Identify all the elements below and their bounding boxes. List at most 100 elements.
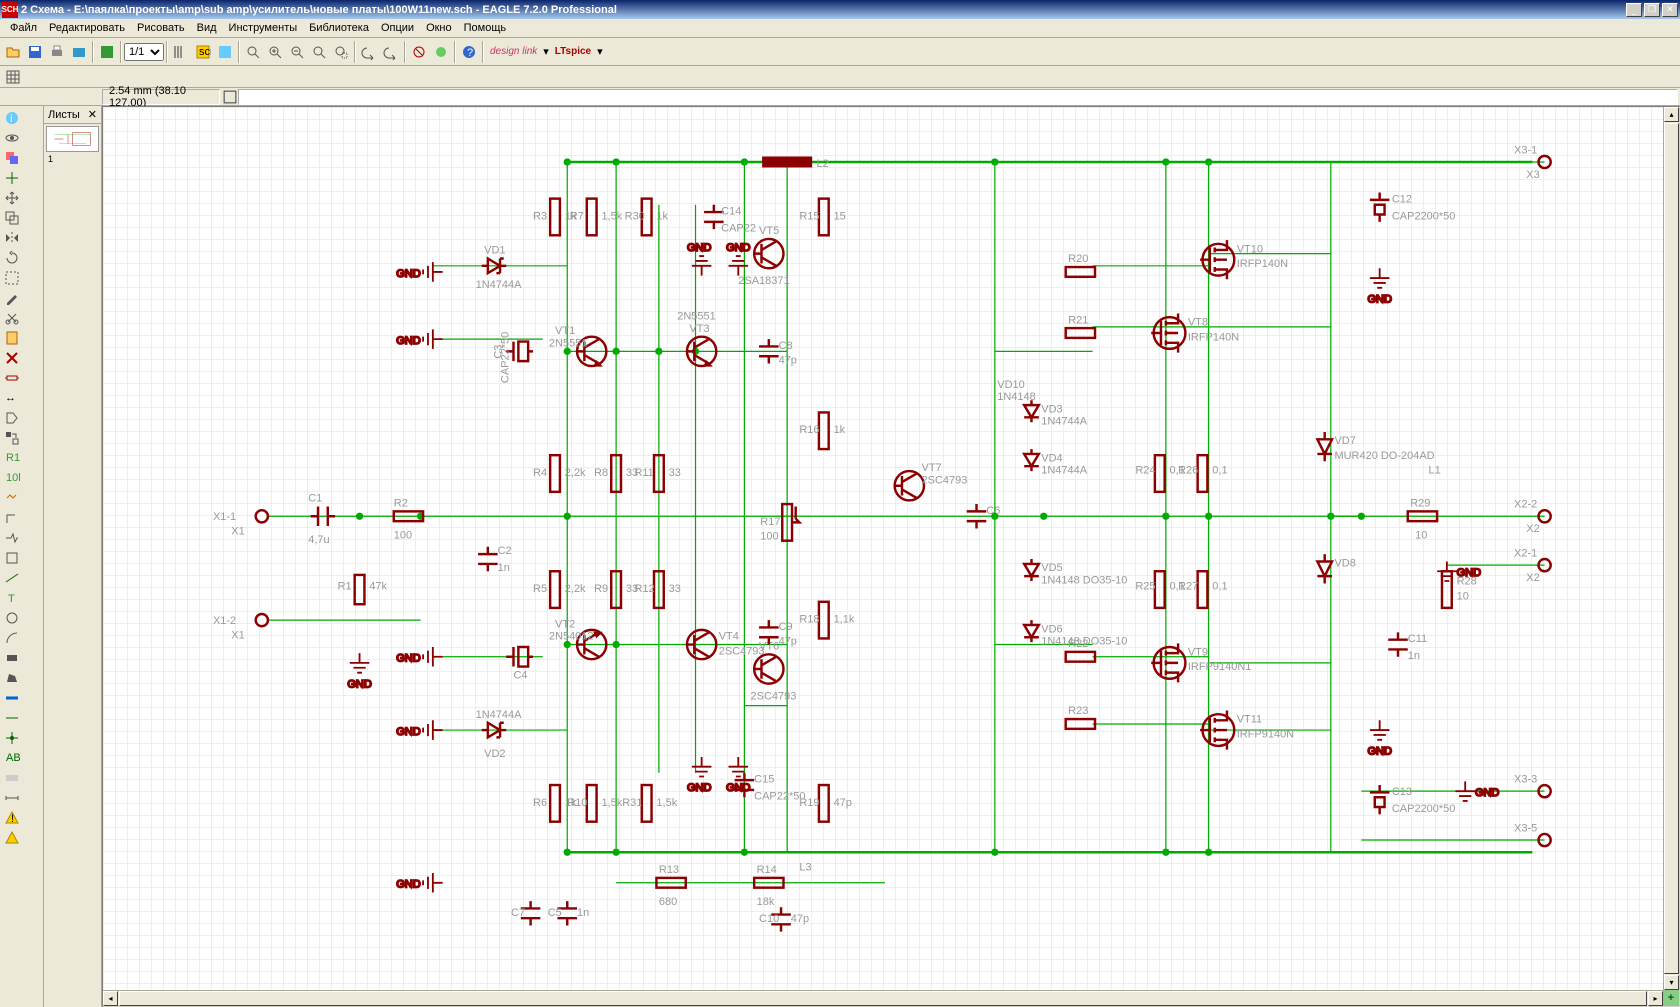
menu-draw[interactable]: Рисовать bbox=[131, 20, 191, 36]
move-tool[interactable] bbox=[2, 188, 22, 208]
wire-tool[interactable] bbox=[2, 568, 22, 588]
svg-text:10: 10 bbox=[1457, 590, 1469, 602]
circle-tool[interactable] bbox=[2, 608, 22, 628]
attribute-tool[interactable] bbox=[2, 768, 22, 788]
zoom-in-button[interactable] bbox=[264, 41, 286, 63]
mirror-tool[interactable] bbox=[2, 228, 22, 248]
svg-text:100: 100 bbox=[760, 530, 778, 542]
group-tool[interactable] bbox=[2, 268, 22, 288]
coord-toggle[interactable] bbox=[222, 89, 238, 105]
add-tool[interactable] bbox=[2, 368, 22, 388]
svg-text:R15: R15 bbox=[799, 210, 819, 222]
paste-tool[interactable] bbox=[2, 328, 22, 348]
gateswap-tool[interactable] bbox=[2, 408, 22, 428]
svg-text:R24: R24 bbox=[1135, 465, 1155, 477]
close-button[interactable]: ✕ bbox=[1662, 3, 1678, 17]
mark-tool[interactable] bbox=[2, 168, 22, 188]
zoom-redraw-button[interactable] bbox=[308, 41, 330, 63]
zoom-select-button[interactable] bbox=[330, 41, 352, 63]
zoom-fit-button[interactable] bbox=[242, 41, 264, 63]
layer-tool[interactable] bbox=[2, 148, 22, 168]
delete-tool[interactable] bbox=[2, 348, 22, 368]
svg-text:2,2k: 2,2k bbox=[565, 583, 586, 595]
menu-tools[interactable]: Инструменты bbox=[223, 20, 304, 36]
svg-text:VD6: VD6 bbox=[1041, 623, 1062, 635]
open-button[interactable] bbox=[2, 41, 24, 63]
ulp-button[interactable] bbox=[214, 41, 236, 63]
svg-text:R26: R26 bbox=[1178, 465, 1198, 477]
grid-button[interactable] bbox=[2, 66, 24, 88]
svg-text:VT1: VT1 bbox=[555, 325, 575, 337]
ltspice-button[interactable]: LTspice bbox=[551, 46, 595, 57]
invoke-tool[interactable] bbox=[2, 548, 22, 568]
svg-text:1N4744A: 1N4744A bbox=[476, 279, 522, 291]
menu-edit[interactable]: Редактировать bbox=[43, 20, 131, 36]
cut-tool[interactable] bbox=[2, 308, 22, 328]
board-button[interactable] bbox=[96, 41, 118, 63]
zoom-out-button[interactable] bbox=[286, 41, 308, 63]
info-tool[interactable]: i bbox=[2, 108, 22, 128]
svg-text:47p: 47p bbox=[791, 913, 809, 925]
go-button[interactable] bbox=[430, 41, 452, 63]
svg-text:R5: R5 bbox=[533, 583, 547, 595]
svg-text:GND: GND bbox=[726, 782, 750, 794]
svg-text:C7: C7 bbox=[511, 907, 525, 919]
replace-tool[interactable] bbox=[2, 428, 22, 448]
menu-options[interactable]: Опции bbox=[375, 20, 420, 36]
arc-tool[interactable] bbox=[2, 628, 22, 648]
cam-button[interactable] bbox=[68, 41, 90, 63]
errors-tool[interactable] bbox=[2, 828, 22, 848]
name-tool[interactable]: R1 bbox=[2, 448, 22, 468]
menu-view[interactable]: Вид bbox=[191, 20, 223, 36]
horizontal-scrollbar[interactable]: ◂ ▸ bbox=[103, 990, 1663, 1006]
junction-tool[interactable] bbox=[2, 728, 22, 748]
redo-button[interactable] bbox=[380, 41, 402, 63]
save-button[interactable] bbox=[24, 41, 46, 63]
svg-text:1N4744A: 1N4744A bbox=[1041, 416, 1087, 428]
script-button[interactable]: scr bbox=[192, 41, 214, 63]
svg-text:VT9: VT9 bbox=[1188, 647, 1208, 659]
sheet-selector[interactable]: 1/1 bbox=[124, 43, 164, 61]
svg-text:X2: X2 bbox=[1526, 523, 1539, 535]
menu-help[interactable]: Помощь bbox=[458, 20, 513, 36]
label-tool[interactable]: AB bbox=[2, 748, 22, 768]
rect-tool[interactable] bbox=[2, 648, 22, 668]
menu-file[interactable]: Файл bbox=[4, 20, 43, 36]
rotate-tool[interactable] bbox=[2, 248, 22, 268]
use-button[interactable] bbox=[170, 41, 192, 63]
pin-X1-2: X1-2X1 bbox=[213, 614, 268, 641]
miter-tool[interactable] bbox=[2, 508, 22, 528]
sheets-close-icon[interactable]: ✕ bbox=[88, 108, 97, 121]
dimension-tool[interactable] bbox=[2, 788, 22, 808]
net-tool[interactable] bbox=[2, 708, 22, 728]
bus-tool[interactable] bbox=[2, 688, 22, 708]
show-tool[interactable] bbox=[2, 128, 22, 148]
svg-text:VT8: VT8 bbox=[1188, 317, 1208, 329]
cancel-button[interactable] bbox=[408, 41, 430, 63]
smash-tool[interactable] bbox=[2, 488, 22, 508]
polygon-tool[interactable] bbox=[2, 668, 22, 688]
change-tool[interactable] bbox=[2, 288, 22, 308]
svg-text:CAP2200*50: CAP2200*50 bbox=[1392, 803, 1456, 815]
value-tool[interactable]: 10k bbox=[2, 468, 22, 488]
maximize-button[interactable]: ❐ bbox=[1644, 3, 1660, 17]
split-tool[interactable] bbox=[2, 528, 22, 548]
menu-window[interactable]: Окно bbox=[420, 20, 458, 36]
svg-text:R16: R16 bbox=[799, 424, 819, 436]
print-button[interactable] bbox=[46, 41, 68, 63]
copy-tool[interactable] bbox=[2, 208, 22, 228]
add-sheet-button[interactable]: + bbox=[1663, 990, 1679, 1006]
help-button[interactable]: ? bbox=[458, 41, 480, 63]
pinswap-tool[interactable]: ↔ bbox=[2, 388, 22, 408]
minimize-button[interactable]: _ bbox=[1626, 3, 1642, 17]
text-tool[interactable]: T bbox=[2, 588, 22, 608]
sheet-thumbnail[interactable] bbox=[46, 126, 99, 152]
designlink-button[interactable]: design link bbox=[486, 46, 541, 57]
erc-tool[interactable]: ! bbox=[2, 808, 22, 828]
sheet-number: 1 bbox=[44, 154, 101, 164]
menu-library[interactable]: Библиотека bbox=[303, 20, 375, 36]
undo-button[interactable] bbox=[358, 41, 380, 63]
schematic-canvas[interactable]: X1-1X1 X1-2X1 X3-1X3 X2-2X2 X2-1X2 X3-3 … bbox=[102, 106, 1680, 1007]
command-input[interactable] bbox=[238, 89, 1678, 105]
vertical-scrollbar[interactable]: ▴ ▾ bbox=[1663, 107, 1679, 990]
